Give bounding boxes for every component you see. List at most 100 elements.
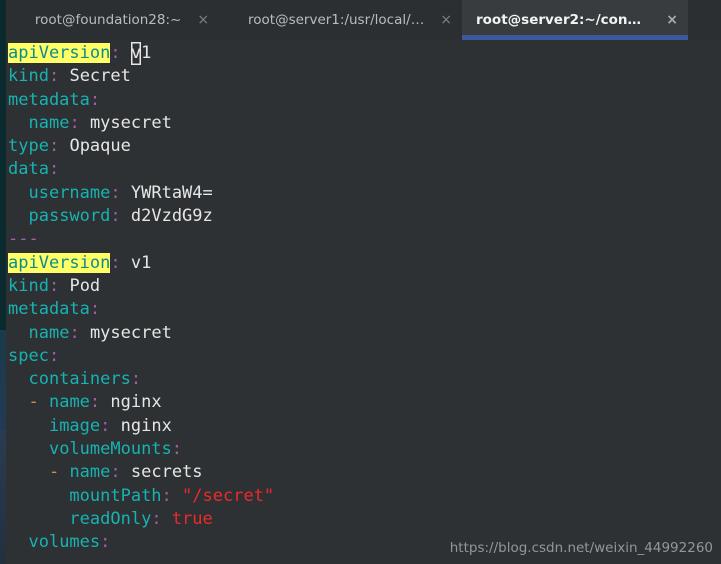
code-line[interactable]: data: bbox=[8, 158, 721, 181]
code-line[interactable]: spec: bbox=[8, 345, 721, 368]
close-icon[interactable]: × bbox=[197, 13, 209, 27]
colon: : bbox=[48, 159, 60, 180]
code-line[interactable]: - name: secrets bbox=[8, 461, 721, 484]
yaml-key: kind bbox=[8, 66, 49, 87]
text-cursor: v bbox=[131, 42, 141, 65]
colon: : bbox=[110, 206, 121, 227]
code-line[interactable]: apiVersion: v1 bbox=[8, 252, 721, 275]
yaml-value: 1 bbox=[141, 43, 152, 63]
yaml-key: data bbox=[8, 159, 49, 180]
colon: : bbox=[110, 43, 121, 63]
yaml-value: v1 bbox=[130, 252, 152, 273]
colon: : bbox=[89, 89, 101, 110]
yaml-value: Opaque bbox=[69, 136, 131, 157]
yaml-key: image bbox=[48, 415, 101, 436]
colon: : bbox=[69, 112, 80, 133]
yaml-key: metadata bbox=[8, 299, 90, 320]
tab-bar: root@foundation28:~ × root@server1:/usr/lo… bbox=[6, 0, 721, 40]
yaml-value: Secret bbox=[69, 66, 131, 87]
colon: : bbox=[130, 369, 142, 390]
yaml-key: volumeMounts bbox=[48, 439, 172, 460]
yaml-key: kind bbox=[8, 275, 49, 296]
colon: : bbox=[161, 485, 172, 506]
yaml-value: true bbox=[171, 508, 213, 529]
code-line[interactable]: containers: bbox=[8, 368, 721, 391]
colon: : bbox=[110, 462, 121, 483]
code-line[interactable]: mountPath: "/secret" bbox=[8, 485, 721, 508]
code-line[interactable]: username: YWRtaW4= bbox=[8, 182, 721, 205]
close-icon[interactable]: × bbox=[440, 13, 452, 27]
yaml-key: password bbox=[28, 206, 111, 227]
terminal-body[interactable]: apiVersion: v1 kind: Secret metadata: name… bbox=[6, 40, 721, 564]
terminal-window: root@foundation28:~ × root@server1:/usr/lo… bbox=[0, 0, 721, 564]
yaml-value: mysecret bbox=[89, 322, 172, 343]
tab-3[interactable]: root@server2:~/configmap × bbox=[462, 0, 688, 40]
tab-2[interactable]: root@server1:/usr/local/h… × bbox=[234, 0, 462, 40]
yaml-key: apiVersion bbox=[8, 43, 111, 63]
tab-title: root@server2:~/configmap bbox=[476, 12, 650, 28]
yaml-key: mountPath bbox=[69, 485, 162, 506]
yaml-key: name bbox=[69, 462, 111, 483]
close-icon[interactable]: × bbox=[666, 13, 678, 27]
colon: : bbox=[110, 252, 121, 273]
code-line[interactable]: --- bbox=[8, 228, 721, 251]
code-line[interactable]: volumeMounts: bbox=[8, 438, 721, 461]
code-line[interactable]: password: d2VzdG9z bbox=[8, 205, 721, 228]
code-line[interactable]: kind: Pod bbox=[8, 275, 721, 298]
yaml-key: type bbox=[8, 136, 49, 157]
colon: : bbox=[89, 392, 101, 413]
tab-1[interactable]: root@foundation28:~ × bbox=[6, 0, 234, 40]
code-line[interactable]: name: mysecret bbox=[8, 112, 721, 135]
yaml-key: name bbox=[28, 112, 70, 133]
yaml-editor-content[interactable]: apiVersion: v1 kind: Secret metadata: name… bbox=[6, 42, 721, 555]
code-line[interactable]: - name: nginx bbox=[8, 391, 721, 414]
code-line[interactable]: image: nginx bbox=[8, 415, 721, 438]
code-line[interactable]: metadata: bbox=[8, 298, 721, 321]
code-line[interactable]: name: mysecret bbox=[8, 322, 721, 345]
code-line[interactable]: type: Opaque bbox=[8, 135, 721, 158]
desktop-background-strip bbox=[0, 0, 6, 564]
yaml-key: containers bbox=[28, 369, 131, 390]
colon: : bbox=[48, 136, 60, 157]
document-separator: --- bbox=[8, 229, 39, 250]
colon: : bbox=[48, 66, 60, 87]
colon: : bbox=[89, 299, 101, 320]
code-line[interactable]: readOnly: true bbox=[8, 508, 721, 531]
code-line[interactable]: kind: Secret bbox=[8, 65, 721, 88]
tab-title: root@server1:/usr/local/h… bbox=[248, 12, 425, 28]
code-line[interactable]: apiVersion: v1 bbox=[8, 42, 721, 65]
yaml-value: mysecret bbox=[89, 112, 172, 133]
tab-title: root@foundation28:~ bbox=[34, 12, 182, 28]
yaml-key: readOnly bbox=[69, 508, 152, 529]
yaml-value: Pod bbox=[69, 275, 101, 296]
yaml-value: d2VzdG9z bbox=[130, 206, 213, 227]
colon: : bbox=[171, 439, 183, 460]
code-line[interactable]: metadata: bbox=[8, 89, 721, 112]
yaml-value: nginx bbox=[110, 392, 162, 413]
colon: : bbox=[100, 415, 111, 436]
yaml-key: name bbox=[28, 322, 70, 343]
yaml-key: apiVersion bbox=[8, 252, 111, 273]
colon: : bbox=[100, 532, 111, 553]
yaml-key: spec bbox=[8, 345, 49, 366]
colon: : bbox=[48, 345, 60, 366]
